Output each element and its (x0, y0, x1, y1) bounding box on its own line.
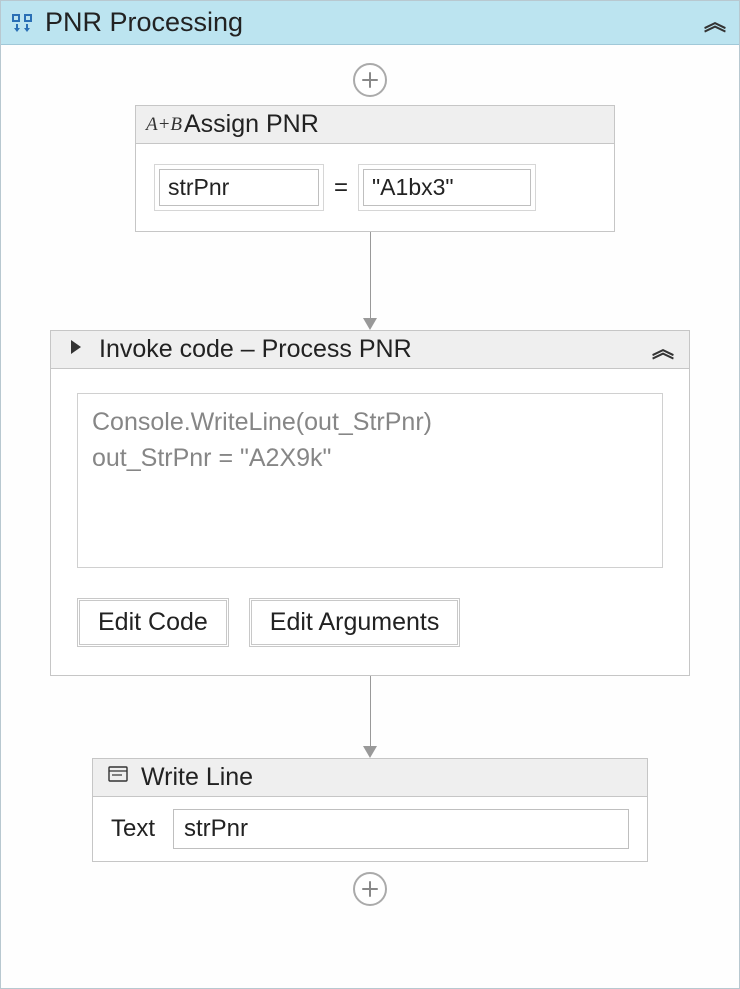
assign-title: Assign PNR (184, 110, 604, 139)
invoke-header[interactable]: Invoke code – Process PNR ︽ (51, 331, 689, 369)
invoke-button-row: Edit Code Edit Arguments (77, 598, 663, 647)
add-activity-top-button[interactable] (353, 63, 387, 97)
write-line-icon (103, 766, 133, 790)
write-line-header[interactable]: Write Line (93, 759, 647, 797)
edit-arguments-button[interactable]: Edit Arguments (249, 598, 461, 647)
edit-code-button[interactable]: Edit Code (77, 598, 229, 647)
assign-equals: = (332, 174, 350, 202)
invoke-title: Invoke code – Process PNR (99, 335, 646, 364)
write-line-text-input[interactable] (173, 809, 629, 849)
sequence-header[interactable]: PNR Processing ︽ (1, 1, 739, 45)
invoke-body: Console.WriteLine(out_StrPnr) out_StrPnr… (51, 369, 689, 675)
write-line-text-label: Text (111, 815, 155, 843)
assign-rhs-input[interactable] (363, 169, 531, 206)
expand-icon[interactable] (61, 338, 91, 361)
sequence-icon (9, 7, 35, 38)
assign-body: = (136, 144, 614, 231)
collapse-icon[interactable]: ︽ (698, 13, 731, 33)
add-activity-bottom-button[interactable] (353, 872, 387, 906)
assign-lhs-slot (154, 164, 324, 211)
collapse-icon[interactable]: ︽ (646, 340, 679, 360)
code-preview[interactable]: Console.WriteLine(out_StrPnr) out_StrPnr… (77, 393, 663, 568)
invoke-code-activity[interactable]: Invoke code – Process PNR ︽ Console.Writ… (50, 330, 690, 676)
assign-activity[interactable]: A+B Assign PNR = (135, 105, 615, 232)
assign-icon: A+B (146, 114, 176, 136)
sequence-container: PNR Processing ︽ A+B Assign PNR = (0, 0, 740, 989)
assign-header[interactable]: A+B Assign PNR (136, 106, 614, 144)
connector-arrow (363, 232, 377, 330)
sequence-title: PNR Processing (45, 7, 698, 38)
connector-arrow (363, 676, 377, 758)
assign-rhs-slot (358, 164, 536, 211)
write-line-activity[interactable]: Write Line Text (92, 758, 648, 862)
write-line-body: Text (93, 797, 647, 861)
write-line-title: Write Line (141, 763, 637, 792)
sequence-body: A+B Assign PNR = Inv (1, 45, 739, 932)
assign-lhs-input[interactable] (159, 169, 319, 206)
